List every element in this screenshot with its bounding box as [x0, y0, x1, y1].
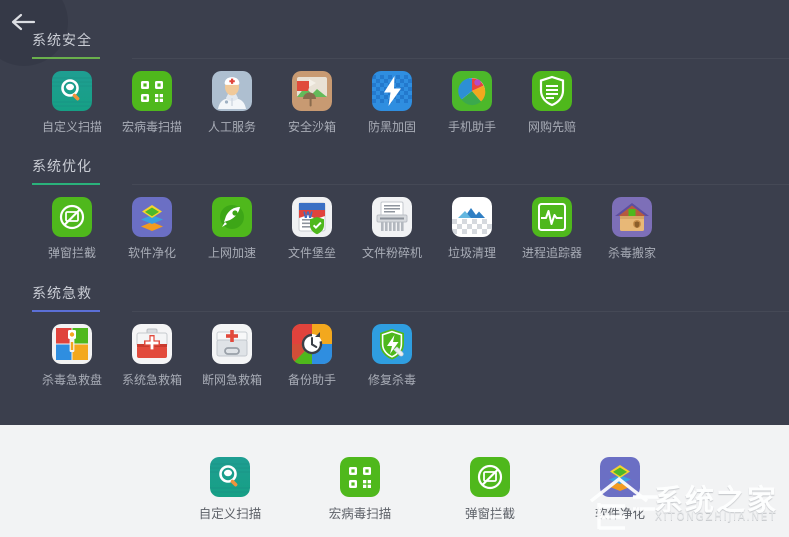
section-divider: [132, 58, 789, 59]
app-label: 手机助手: [447, 120, 496, 134]
anti-hack-icon: [372, 71, 412, 111]
file-shredder-icon: [372, 197, 412, 237]
custom-scan-icon: [52, 71, 92, 111]
app-label: 垃圾清理: [447, 246, 496, 260]
antivirus-relocate-icon: [612, 197, 652, 237]
backup-assistant-icon: [292, 324, 332, 364]
software-cleanup-icon: [600, 457, 640, 497]
favorite-item-popup-blocker[interactable]: 弹窗拦截: [425, 457, 555, 522]
arrow-left-icon: [10, 12, 36, 32]
section-divider: [132, 311, 789, 312]
app-item-junk-cleaner[interactable]: 垃圾清理: [432, 197, 512, 261]
popup-blocker-icon: [52, 197, 92, 237]
favorite-label: 宏病毒扫描: [328, 506, 392, 521]
app-label: 上网加速: [207, 246, 256, 260]
app-label: 安全沙箱: [287, 120, 336, 134]
app-item-system-first-aid[interactable]: 系统急救箱: [112, 324, 192, 388]
app-label: 软件净化: [127, 246, 176, 260]
app-root: 系统安全 自定义扫描 宏病毒扫描 人工服务 安全沙箱 防黑加固 手机助手 网购先…: [0, 0, 789, 537]
section-title: 系统急救: [32, 286, 92, 302]
app-label: 杀毒急救盘: [41, 373, 102, 387]
manual-service-icon: [212, 71, 252, 111]
section-rule: [32, 310, 100, 312]
favorite-label: 自定义扫描: [198, 506, 262, 521]
mobile-assistant-icon: [452, 71, 492, 111]
app-item-network-first-aid[interactable]: 断网急救箱: [192, 324, 272, 388]
section-system-security: 系统安全 自定义扫描 宏病毒扫描 人工服务 安全沙箱 防黑加固 手机助手 网购先…: [32, 32, 789, 135]
app-item-macro-virus-scan[interactable]: 宏病毒扫描: [112, 71, 192, 135]
app-label: 杀毒搬家: [607, 246, 656, 260]
sandbox-icon: [292, 71, 332, 111]
icon-row: 弹窗拦截 软件净化 上网加速 W 文件堡垒 文件粉碎机 垃圾清理 进程追踪器 杀…: [32, 197, 672, 261]
app-label: 防黑加固: [367, 120, 416, 134]
favorite-label: 软件净化: [594, 506, 645, 521]
app-item-file-vault[interactable]: W 文件堡垒: [272, 197, 352, 261]
app-item-custom-scan[interactable]: 自定义扫描: [32, 71, 112, 135]
app-item-software-cleanup[interactable]: 软件净化: [112, 197, 192, 261]
app-label: 网购先赔: [527, 120, 576, 134]
app-label: 弹窗拦截: [47, 246, 96, 260]
rescue-disk-icon: [52, 324, 92, 364]
icon-row: 自定义扫描 宏病毒扫描 人工服务 安全沙箱 防黑加固 手机助手 网购先赔: [32, 71, 592, 135]
app-item-sandbox[interactable]: 安全沙箱: [272, 71, 352, 135]
app-item-backup-assistant[interactable]: 备份助手: [272, 324, 352, 388]
app-item-popup-blocker[interactable]: 弹窗拦截: [32, 197, 112, 261]
app-item-process-tracker[interactable]: 进程追踪器: [512, 197, 592, 261]
app-item-anti-hack[interactable]: 防黑加固: [352, 71, 432, 135]
network-booster-icon: [212, 197, 252, 237]
app-label: 自定义扫描: [41, 120, 102, 134]
repair-antivirus-icon: [372, 324, 412, 364]
app-label: 宏病毒扫描: [121, 120, 182, 134]
section-title: 系统安全: [32, 33, 92, 49]
section-divider: [132, 184, 789, 185]
junk-cleaner-icon: [452, 197, 492, 237]
network-first-aid-icon: [212, 324, 252, 364]
section-rule: [32, 57, 100, 59]
favorites-row: 自定义扫描 宏病毒扫描 弹窗拦截 软件净化: [165, 457, 685, 522]
app-label: 文件粉碎机: [361, 246, 422, 260]
process-tracker-icon: [532, 197, 572, 237]
favorites-bar: 自定义扫描 宏病毒扫描 弹窗拦截 软件净化 系统之家 XITONGZHIJIA.…: [0, 425, 789, 537]
favorite-item-macro-virus-scan[interactable]: 宏病毒扫描: [295, 457, 425, 522]
popup-blocker-icon: [470, 457, 510, 497]
app-label: 系统急救箱: [121, 373, 182, 387]
macro-virus-scan-icon: [132, 71, 172, 111]
custom-scan-icon: [210, 457, 250, 497]
app-label: 修复杀毒: [367, 373, 416, 387]
shopping-protection-icon: [532, 71, 572, 111]
app-item-antivirus-relocate[interactable]: 杀毒搬家: [592, 197, 672, 261]
section-system-optimization: 系统优化 弹窗拦截 软件净化 上网加速 W 文件堡垒 文件粉碎机 垃圾清理 进程…: [32, 158, 789, 261]
file-vault-icon: W: [292, 197, 332, 237]
section-system-rescue: 系统急救 杀毒急救盘 系统急救箱 断网急救箱 备份助手 修复杀毒: [32, 285, 789, 388]
icon-row: 杀毒急救盘 系统急救箱 断网急救箱 备份助手 修复杀毒: [32, 324, 432, 388]
section-rule: [32, 183, 100, 185]
macro-virus-scan-icon: [340, 457, 380, 497]
section-title: 系统优化: [32, 159, 92, 175]
favorite-item-custom-scan[interactable]: 自定义扫描: [165, 457, 295, 522]
app-item-repair-antivirus[interactable]: 修复杀毒: [352, 324, 432, 388]
favorite-item-software-cleanup[interactable]: 软件净化: [555, 457, 685, 522]
app-item-mobile-assistant[interactable]: 手机助手: [432, 71, 512, 135]
software-cleanup-icon: [132, 197, 172, 237]
app-label: 断网急救箱: [201, 373, 262, 387]
tools-panel: 系统安全 自定义扫描 宏病毒扫描 人工服务 安全沙箱 防黑加固 手机助手 网购先…: [0, 0, 789, 425]
app-label: 进程追踪器: [521, 246, 582, 260]
app-label: 人工服务: [207, 120, 256, 134]
app-item-file-shredder[interactable]: 文件粉碎机: [352, 197, 432, 261]
system-first-aid-icon: [132, 324, 172, 364]
app-label: 文件堡垒: [287, 246, 336, 260]
app-item-rescue-disk[interactable]: 杀毒急救盘: [32, 324, 112, 388]
app-item-shopping-protection[interactable]: 网购先赔: [512, 71, 592, 135]
app-item-network-booster[interactable]: 上网加速: [192, 197, 272, 261]
app-item-manual-service[interactable]: 人工服务: [192, 71, 272, 135]
app-label: 备份助手: [287, 373, 336, 387]
favorite-label: 弹窗拦截: [464, 506, 515, 521]
